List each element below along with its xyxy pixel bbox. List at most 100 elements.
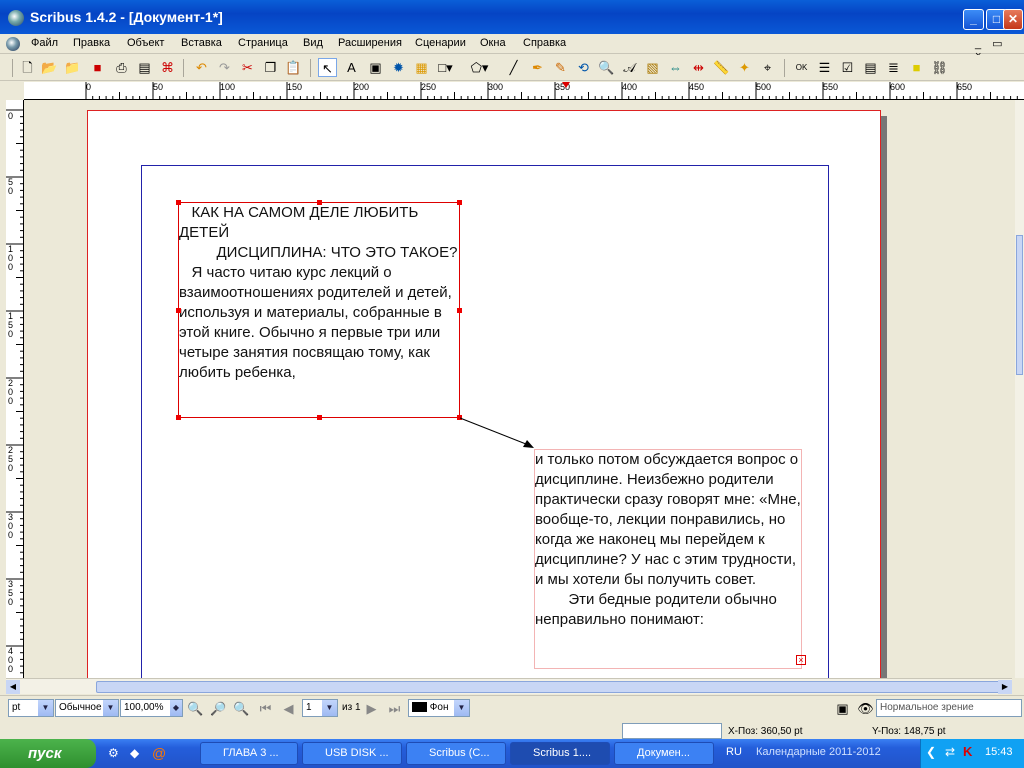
table-icon[interactable]: ▦ bbox=[412, 58, 431, 77]
select-icon[interactable]: ↖ bbox=[318, 58, 337, 77]
undo-icon[interactable]: ↶ bbox=[192, 58, 211, 77]
zoom-icon[interactable]: 🔍 bbox=[597, 58, 616, 77]
preflight-icon[interactable]: ▤ bbox=[135, 58, 154, 77]
horizontal-scrollbar[interactable]: ◀ ▶ bbox=[6, 678, 1012, 694]
y-position-readout: Y-Поз: 148,75 pt bbox=[872, 726, 946, 737]
open-recent-icon[interactable]: 📁 bbox=[63, 58, 82, 77]
pdf-text-field-icon[interactable]: ☰ bbox=[815, 58, 834, 77]
menu-file[interactable]: Файл bbox=[31, 37, 58, 49]
copy-properties-icon[interactable]: ✦ bbox=[735, 58, 754, 77]
open-icon[interactable]: 📂 bbox=[40, 58, 59, 77]
line-icon[interactable]: ╱ bbox=[504, 58, 523, 77]
antivirus-icon[interactable]: K bbox=[963, 744, 972, 759]
menu-help[interactable]: Справка bbox=[523, 37, 566, 49]
zoom-field[interactable]: 100,00% ◆ bbox=[120, 699, 183, 717]
edit-text-icon[interactable]: 𝒜 bbox=[620, 58, 639, 77]
cut-icon[interactable]: ✂ bbox=[238, 58, 257, 77]
horizontal-scroll-thumb[interactable] bbox=[96, 681, 1001, 693]
redo-icon[interactable]: ↷ bbox=[215, 58, 234, 77]
calendar-toolbar[interactable]: Календарные 2011-2012 bbox=[756, 746, 881, 758]
quicklaunch-icon[interactable]: ◆ bbox=[130, 746, 139, 760]
eyedropper-icon[interactable]: ⌖ bbox=[758, 58, 777, 77]
quicklaunch-icon[interactable]: ⚙ bbox=[108, 746, 119, 760]
preview-mode-icon[interactable]: ▣ bbox=[833, 699, 852, 718]
menu-edit[interactable]: Правка bbox=[73, 37, 110, 49]
scribus-app-icon[interactable] bbox=[8, 10, 24, 26]
taskbar-item[interactable]: ГЛАВА 3 ... bbox=[200, 742, 298, 765]
link-frames-icon[interactable]: ⇔ bbox=[666, 58, 685, 77]
taskbar-item[interactable]: Scribus (C... bbox=[406, 742, 506, 765]
image-quality-select[interactable]: Обычное ▼ bbox=[55, 699, 119, 717]
ruler-label: 100 bbox=[220, 82, 236, 92]
measure-icon[interactable]: 📏 bbox=[712, 58, 731, 77]
canvas-workspace[interactable]: КАК НА САМОМ ДЕЛЕ ЛЮБИТЬ ДЕТЕЙ ДИСЦИПЛИН… bbox=[25, 100, 1015, 678]
pdf-checkbox-icon[interactable]: ☑ bbox=[838, 58, 857, 77]
network-icon[interactable]: ⇄ bbox=[945, 745, 955, 759]
language-indicator[interactable]: RU bbox=[726, 746, 742, 758]
menu-view[interactable]: Вид bbox=[303, 37, 323, 49]
zoom-out-icon[interactable]: 🔍 bbox=[186, 699, 205, 718]
text-overflow-icon[interactable]: × bbox=[796, 655, 806, 665]
unit-select[interactable]: pt ▼ bbox=[8, 699, 54, 717]
link-annotation-icon[interactable]: ⛓ bbox=[930, 58, 949, 77]
print-icon[interactable]: ⎙ bbox=[112, 58, 131, 77]
bezier-icon[interactable]: ✒ bbox=[528, 58, 547, 77]
menu-page[interactable]: Страница bbox=[238, 37, 288, 49]
taskbar-item[interactable]: USB DISK ... bbox=[302, 742, 402, 765]
freehand-icon[interactable]: ✎ bbox=[551, 58, 570, 77]
polygon-icon[interactable]: ⬠▾ bbox=[470, 58, 489, 77]
chevron-down-icon: ▼ bbox=[322, 700, 337, 716]
document-icon[interactable] bbox=[6, 37, 20, 51]
image-frame-icon[interactable]: ▣ bbox=[366, 58, 385, 77]
eye-icon[interactable]: 👁 bbox=[856, 699, 875, 718]
ruler-label: 300 bbox=[8, 512, 14, 540]
rotate-icon[interactable]: ⟲ bbox=[574, 58, 593, 77]
vertical-ruler[interactable]: 0 50 100 150 200 250 300 350 400 bbox=[6, 100, 24, 678]
paste-icon[interactable]: 📋 bbox=[284, 58, 303, 77]
annotation-icon[interactable]: ■ bbox=[907, 58, 926, 77]
text-frame-icon[interactable]: A bbox=[342, 58, 361, 77]
first-page-icon[interactable]: ⏮ bbox=[256, 699, 275, 718]
zoom-in-icon[interactable]: 🔍 bbox=[232, 699, 251, 718]
menu-windows[interactable]: Окна bbox=[480, 37, 506, 49]
unlink-frames-icon[interactable]: ⇹ bbox=[689, 58, 708, 77]
menu-object[interactable]: Объект bbox=[127, 37, 164, 49]
scroll-left-icon[interactable]: ◀ bbox=[6, 680, 20, 694]
pdf-combobox-icon[interactable]: ▤ bbox=[861, 58, 880, 77]
page-select[interactable]: 1 ▼ bbox=[302, 699, 338, 717]
scroll-right-icon[interactable]: ▶ bbox=[998, 680, 1012, 694]
layer-select[interactable]: Фон ▼ bbox=[408, 699, 470, 717]
taskbar-item[interactable]: Scribus 1.... bbox=[510, 742, 610, 765]
previous-page-icon[interactable]: ◀ bbox=[279, 699, 298, 718]
layer-value: Фон bbox=[429, 702, 449, 713]
text-frame-2[interactable]: и только потом обсуждается вопрос о дисц… bbox=[534, 449, 802, 669]
menu-insert[interactable]: Вставка bbox=[181, 37, 222, 49]
close-button[interactable]: ✕ bbox=[1003, 9, 1023, 30]
menu-scripts[interactable]: Сценарии bbox=[415, 37, 466, 49]
last-page-icon[interactable]: ⏭ bbox=[385, 699, 404, 718]
copy-icon[interactable]: ❐ bbox=[261, 58, 280, 77]
vertical-scroll-thumb[interactable] bbox=[1016, 235, 1023, 375]
start-button[interactable]: пуск bbox=[0, 739, 96, 768]
menu-extensions[interactable]: Расширения bbox=[338, 37, 402, 49]
render-frame-icon[interactable]: ✹ bbox=[389, 58, 408, 77]
story-editor-icon[interactable]: ▧ bbox=[643, 58, 662, 77]
taskbar-item[interactable]: Докумен... bbox=[614, 742, 714, 765]
page-value: 1 bbox=[306, 702, 312, 713]
minimize-button[interactable]: _ bbox=[963, 9, 984, 30]
horizontal-ruler[interactable]: 0 50 100 150 200 250 300 350 400 450 500… bbox=[24, 82, 1024, 100]
quicklaunch-icon[interactable]: @ bbox=[152, 745, 166, 761]
shape-icon[interactable]: □▾ bbox=[436, 58, 455, 77]
title-bar[interactable]: Scribus 1.4.2 - [Документ-1*] _ □ ✕ bbox=[0, 0, 1024, 34]
vertical-scrollbar[interactable] bbox=[1015, 100, 1024, 678]
next-page-icon[interactable]: ▶ bbox=[362, 699, 381, 718]
zoom-100-icon[interactable]: 🔎 bbox=[209, 699, 228, 718]
new-document-icon[interactable]: 🗋 bbox=[18, 58, 37, 77]
visual-mode-select[interactable]: Нормальное зрение bbox=[876, 699, 1022, 717]
close-document-icon[interactable]: ■ bbox=[88, 58, 107, 77]
tray-expand-icon[interactable]: ❮ bbox=[926, 745, 936, 759]
ruler-label: 450 bbox=[689, 82, 705, 92]
export-pdf-icon[interactable]: ⌘ bbox=[158, 58, 177, 77]
pdf-listbox-icon[interactable]: ≣ bbox=[884, 58, 903, 77]
pdf-button-icon[interactable]: OK bbox=[792, 58, 811, 77]
